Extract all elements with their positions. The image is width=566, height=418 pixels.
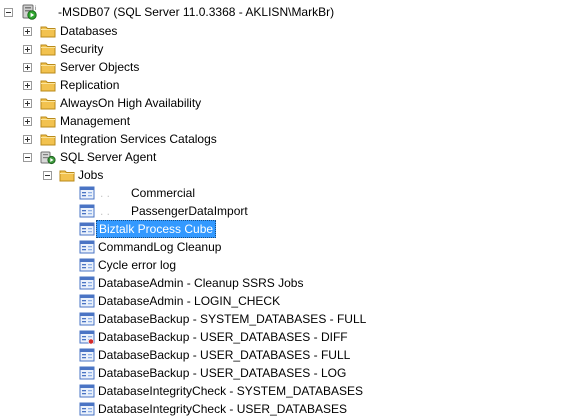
folder-icon <box>40 113 56 129</box>
redacted-prefix: . . <box>100 204 111 218</box>
job-label: DatabaseAdmin - LOGIN_CHECK <box>98 294 281 308</box>
tree-node-label: Security <box>60 42 104 56</box>
server-running-icon: i <box>21 4 37 20</box>
job-icon <box>79 383 95 399</box>
folder-icon <box>59 167 75 183</box>
expand-toggle[interactable] <box>23 63 32 72</box>
job-icon <box>79 239 95 255</box>
job-icon <box>79 275 95 291</box>
job-label: DatabaseBackup - SYSTEM_DATABASES - FULL <box>98 312 367 326</box>
folder-icon <box>40 131 56 147</box>
job-icon <box>79 203 95 219</box>
tree-node-label: Management <box>60 114 131 128</box>
job-icon <box>79 293 95 309</box>
folder-icon <box>40 95 56 111</box>
tree-node-label: Server Objects <box>60 60 140 74</box>
folder-icon <box>40 77 56 93</box>
job-label: Biztalk Process Cube <box>96 220 217 238</box>
job-label: Commercial <box>131 186 196 200</box>
expand-toggle[interactable] <box>23 45 32 54</box>
collapse-jobs-toggle[interactable] <box>43 171 52 180</box>
job-label: DatabaseBackup - USER_DATABASES - LOG <box>98 366 347 380</box>
tree-node-label: AlwaysOn High Availability <box>60 96 202 110</box>
tree-node-label: Databases <box>60 24 118 38</box>
job-icon <box>79 257 95 273</box>
job-icon <box>79 401 95 417</box>
expand-toggle[interactable] <box>23 99 32 108</box>
job-icon <box>79 347 95 363</box>
object-explorer-tree: i -MSDB07 (SQL Server 11.0.3368 - AKLISN… <box>0 0 566 416</box>
job-icon <box>79 185 95 201</box>
sql-agent-icon <box>40 149 56 165</box>
redacted-prefix: . . <box>100 186 111 200</box>
job-label: DatabaseBackup - USER_DATABASES - FULL <box>98 348 351 362</box>
job-icon <box>79 221 95 237</box>
job-label: DatabaseIntegrityCheck - SYSTEM_DATABASE… <box>98 384 363 398</box>
expand-toggle[interactable] <box>23 81 32 90</box>
job-failed-icon <box>79 329 95 345</box>
server-label: -MSDB07 (SQL Server 11.0.3368 - AKLISN\M… <box>58 5 335 19</box>
job-icon <box>79 365 95 381</box>
job-label: CommandLog Cleanup <box>98 240 222 254</box>
collapse-server-toggle[interactable] <box>4 8 13 17</box>
folder-icon <box>40 23 56 39</box>
collapse-agent-toggle[interactable] <box>23 153 32 162</box>
folder-icon <box>40 59 56 75</box>
job-icon <box>79 311 95 327</box>
job-label: DatabaseBackup - USER_DATABASES - DIFF <box>98 330 348 344</box>
folder-icon <box>40 41 56 57</box>
job-label: PassengerDataImport <box>131 204 248 218</box>
tree-node-label: Replication <box>60 78 120 92</box>
expand-toggle[interactable] <box>23 117 32 126</box>
job-label: Cycle error log <box>98 258 177 272</box>
tree-node-label: SQL Server Agent <box>60 150 157 164</box>
tree-node-label: Jobs <box>78 168 104 182</box>
svg-text:i: i <box>35 6 36 12</box>
job-label: DatabaseAdmin - Cleanup SSRS Jobs <box>98 276 304 290</box>
tree-node-label: Integration Services Catalogs <box>60 132 217 146</box>
expand-toggle[interactable] <box>23 27 32 36</box>
expand-toggle[interactable] <box>23 135 32 144</box>
job-label: DatabaseIntegrityCheck - USER_DATABASES <box>98 402 347 416</box>
